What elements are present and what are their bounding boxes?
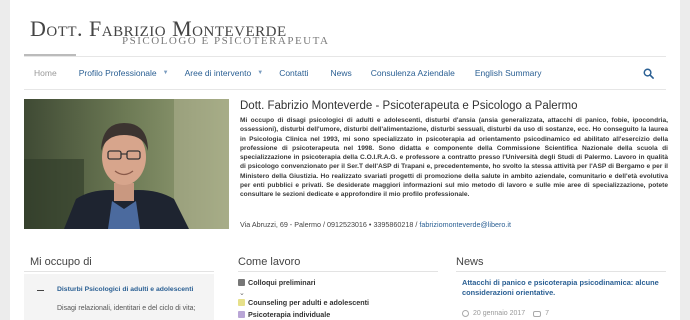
nav-divider-top bbox=[24, 56, 666, 57]
news-headline-link[interactable]: Attacchi di panico e psicoterapia psicod… bbox=[462, 278, 667, 298]
comment-icon bbox=[533, 310, 542, 317]
site-brand[interactable]: Dott. Fabrizio Monteverde Psicologo e Ps… bbox=[30, 18, 328, 48]
news-date: 20 gennaio 2017 bbox=[473, 310, 526, 317]
chevron-down-icon: ▼ bbox=[162, 70, 169, 76]
nav-item-label: News bbox=[330, 68, 352, 78]
news-comment-count[interactable]: 7 bbox=[545, 310, 549, 317]
nav-item-label: Profilo Professionale bbox=[78, 68, 157, 78]
square-bullet-icon bbox=[238, 279, 245, 286]
section-title-come-lavoro: Come lavoro bbox=[238, 256, 301, 268]
nav-item-label: Home bbox=[34, 68, 57, 78]
accordion-panel bbox=[24, 274, 214, 320]
list-item-label: Counseling per adulti e adolescenti bbox=[248, 298, 370, 307]
list-item-label: Colloqui preliminari bbox=[248, 278, 316, 287]
section-title-news: News bbox=[456, 256, 484, 268]
nav-item-aree[interactable]: Aree di intervento ▼ bbox=[185, 68, 264, 78]
section-divider bbox=[238, 271, 438, 272]
list-item-colloqui[interactable]: Colloqui preliminari bbox=[238, 278, 316, 287]
bio-text: Mi occupo di disagi psicologici di adult… bbox=[240, 117, 668, 198]
nav-item-label: Consulenza Aziendale bbox=[370, 68, 455, 78]
list-item-psicoterapia[interactable]: Psicoterapia individuale bbox=[238, 310, 330, 319]
nav-item-consulenza[interactable]: Consulenza Aziendale bbox=[371, 68, 455, 78]
nav-item-label: Aree di intervento bbox=[184, 68, 252, 78]
square-bullet-icon bbox=[238, 299, 245, 306]
brand-subtitle: Psicologo e Psicoterapeuta bbox=[122, 35, 330, 47]
contact-email-link[interactable]: fabriziomonteverde@libero.it bbox=[419, 220, 511, 229]
list-item-label: Psicoterapia individuale bbox=[248, 310, 331, 319]
nav-divider-bottom bbox=[24, 89, 666, 90]
contact-line: Via Abruzzi, 69 - Palermo / 0912523016 •… bbox=[240, 220, 511, 229]
section-divider bbox=[24, 271, 214, 272]
nav-item-label: Contatti bbox=[279, 68, 309, 78]
accordion-item-text: Disagi relazionali, identitari e del cic… bbox=[57, 305, 196, 312]
nav-item-news[interactable]: News bbox=[330, 68, 351, 78]
clock-icon bbox=[462, 310, 469, 317]
list-item-counseling[interactable]: Counseling per adulti e adolescenti bbox=[238, 298, 369, 307]
nav-item-label: English Summary bbox=[474, 68, 542, 78]
section-divider bbox=[456, 271, 666, 272]
news-meta: 20 gennaio 2017 7 bbox=[462, 310, 549, 317]
contact-address: Via Abruzzi, 69 - Palermo / 0912523016 •… bbox=[240, 220, 420, 229]
chevron-down-icon[interactable]: ⌄ bbox=[239, 289, 245, 297]
nav-item-home[interactable]: Home bbox=[34, 68, 57, 78]
nav-item-contatti[interactable]: Contatti bbox=[279, 68, 308, 78]
chevron-down-icon: ▼ bbox=[257, 70, 264, 76]
profile-photo bbox=[24, 99, 229, 229]
square-bullet-icon bbox=[238, 311, 245, 318]
section-title-occupo: Mi occupo di bbox=[30, 256, 92, 268]
nav-item-english[interactable]: English Summary bbox=[475, 68, 542, 78]
minus-icon[interactable] bbox=[37, 290, 44, 291]
page: Dott. Fabrizio Monteverde Psicologo e Ps… bbox=[10, 0, 680, 320]
search-icon[interactable] bbox=[643, 68, 654, 79]
main-nav: Home Profilo Professionale ▼ Aree di int… bbox=[24, 60, 666, 86]
accordion-item-disturbi[interactable]: Disturbi Psicologici di adulti e adolesc… bbox=[57, 286, 193, 293]
page-title: Dott. Fabrizio Monteverde - Psicoterapeu… bbox=[240, 100, 578, 112]
nav-item-profilo[interactable]: Profilo Professionale ▼ bbox=[79, 68, 169, 78]
